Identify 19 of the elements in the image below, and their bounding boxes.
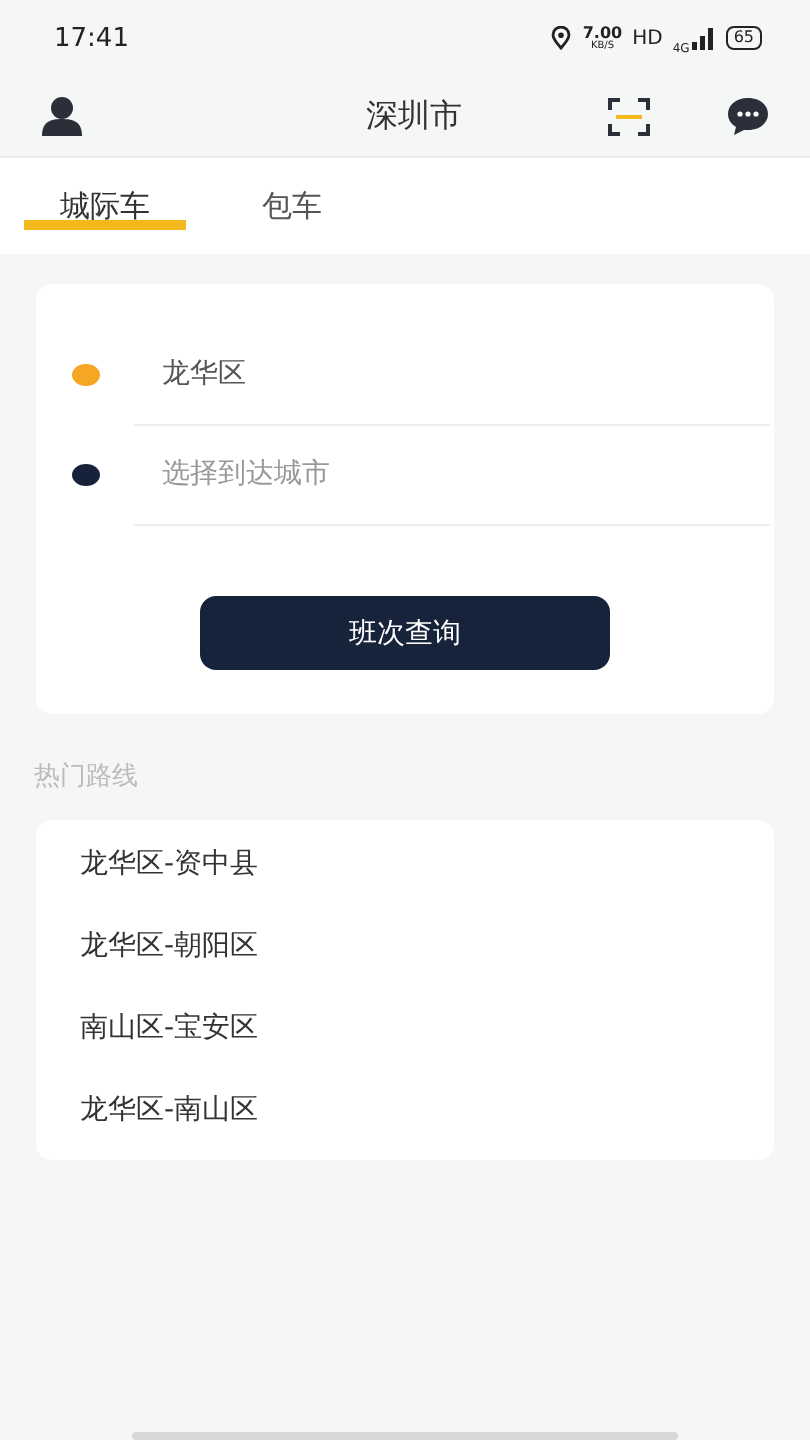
search-button[interactable]: 班次查询 [200,596,610,670]
city-title[interactable]: 深圳市 [84,95,608,137]
tab[interactable]: 包车 [226,176,358,236]
user-icon[interactable] [40,96,84,136]
scan-icon[interactable] [608,97,650,135]
message-icon[interactable] [726,96,770,136]
route-item[interactable]: 龙华区-南山区 [36,1070,774,1152]
battery-indicator: 65 [725,26,762,50]
hd-indicator: HD [632,27,663,49]
route-item[interactable]: 龙华区-朝阳区 [36,906,774,988]
section-title: 热门路线 [34,760,140,794]
location-icon [550,26,573,50]
destination-field[interactable]: 选择到达城市 [134,455,770,491]
speed-value: 7.00 [582,25,623,41]
route-item[interactable]: 龙华区-资中县 [36,824,774,906]
route-item[interactable]: 南山区-宝安区 [36,988,774,1070]
signal-icon [691,27,716,49]
origin-field[interactable]: 龙华区 [134,355,246,391]
status-time: 17:41 [54,23,129,53]
